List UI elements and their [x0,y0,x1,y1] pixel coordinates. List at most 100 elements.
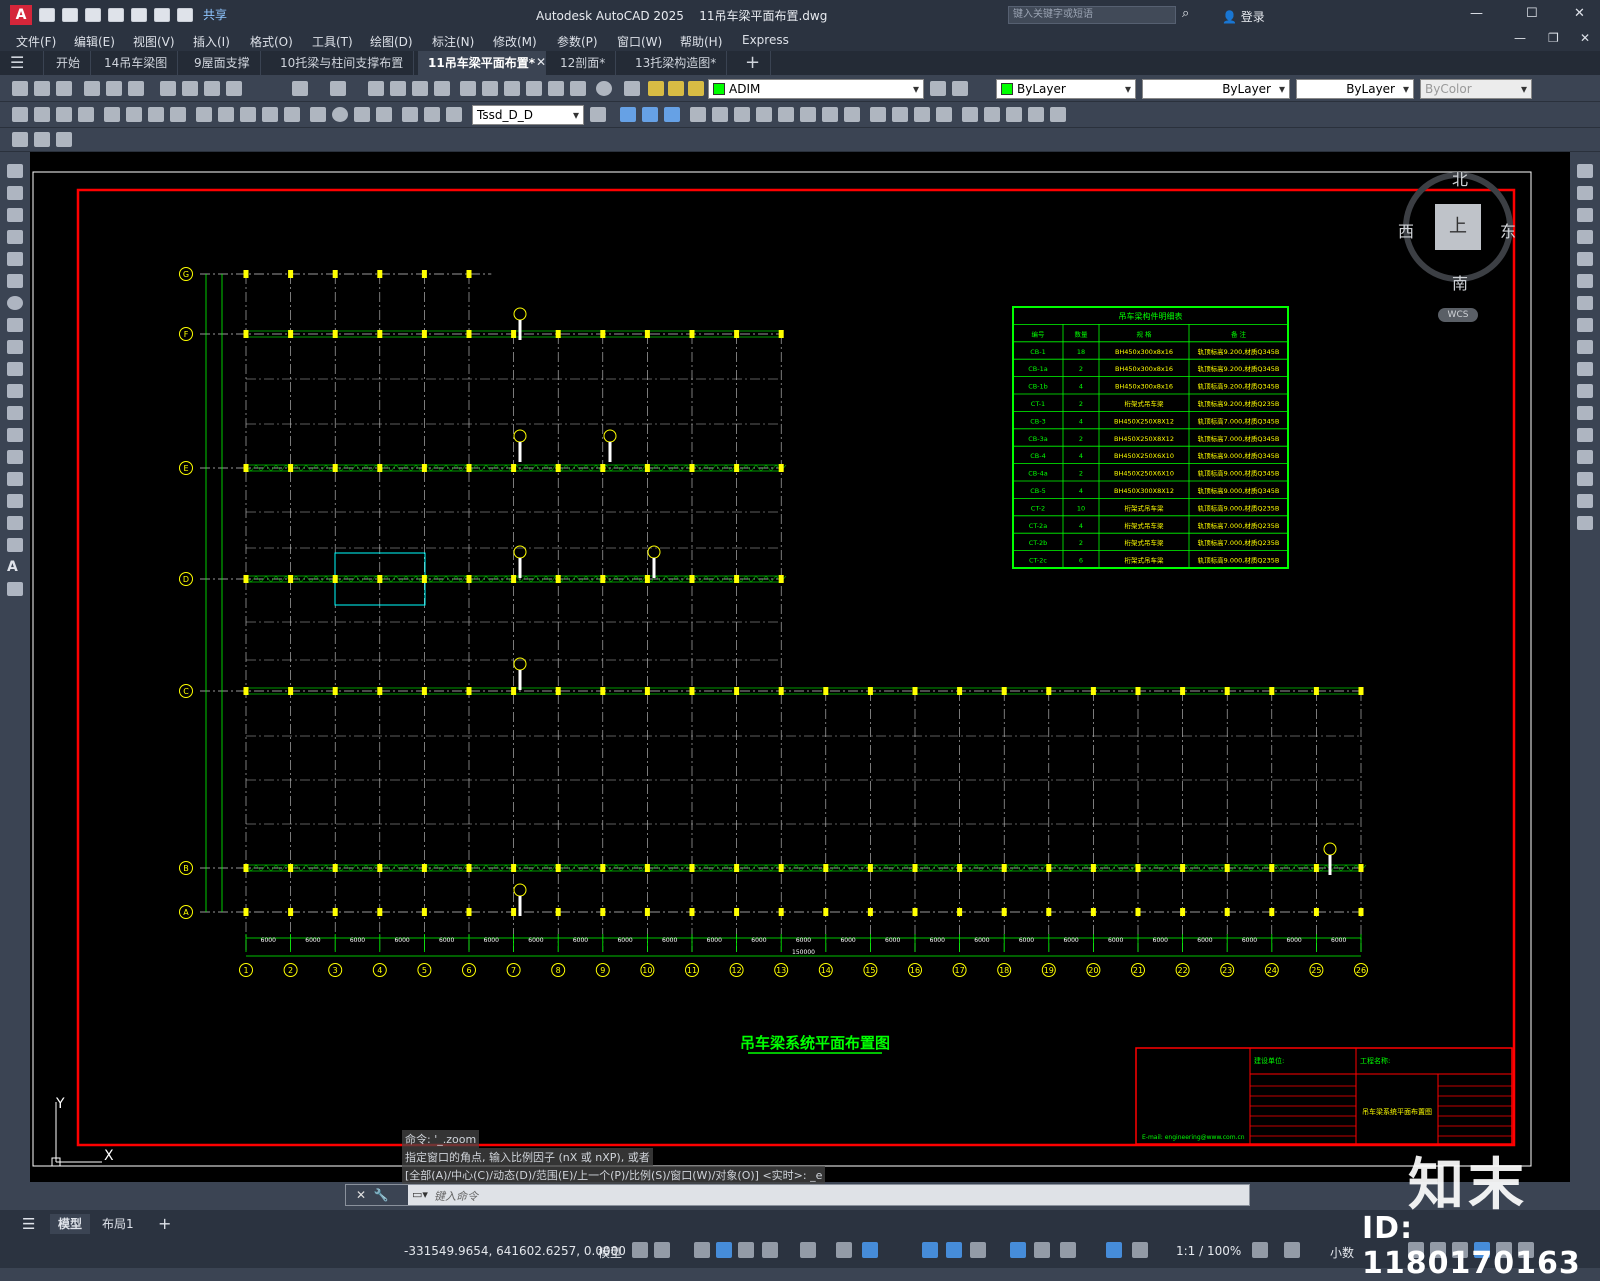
grid-icon[interactable] [632,1242,648,1258]
sweep-icon[interactable] [734,107,750,122]
share-button[interactable]: 共享 [203,6,227,23]
redo-icon[interactable] [177,7,193,22]
lineweight-dropdown[interactable]: ByLayer [1296,79,1414,99]
design-center-icon[interactable] [482,81,498,96]
redo-icon[interactable] [330,81,346,96]
inspect-icon[interactable] [354,107,370,122]
cut-icon[interactable] [160,81,176,96]
dynamic-ucs-icon[interactable] [1034,1242,1050,1258]
layout-menu-icon[interactable]: ☰ [14,1214,43,1234]
selection-filter-icon[interactable] [1060,1242,1076,1258]
layer-on-icon[interactable] [648,81,664,96]
rotate-icon[interactable] [1577,296,1593,310]
plotstyle-dropdown[interactable]: ByColor [1420,79,1532,99]
polyline-icon[interactable] [7,208,23,222]
dim-edit-icon[interactable] [402,107,418,122]
menu-window[interactable]: 窗口(W) [617,33,662,50]
command-input[interactable]: 键入命令 [434,1188,478,1204]
dimstyle-icon[interactable] [590,107,606,122]
conceptual-icon[interactable] [936,107,952,122]
isodraft-icon[interactable] [800,1242,816,1258]
workspace-gear-icon[interactable] [1252,1242,1268,1258]
tab-11-active[interactable]: 11吊车梁平面布置* [418,51,546,75]
help-icon[interactable] [596,81,612,96]
tool-palette-icon[interactable] [504,81,520,96]
new-file-icon[interactable] [39,7,55,22]
dim-angular-icon[interactable] [170,107,186,122]
object-snap-icon[interactable] [862,1242,878,1258]
add-layout-icon[interactable]: + [150,1214,179,1234]
recent-commands-icon[interactable]: ▭▾ [412,1188,428,1201]
menu-parameter[interactable]: 参数(P) [557,33,598,50]
menu-tools[interactable]: 工具(T) [312,33,353,50]
tab-14[interactable]: 14吊车梁图 [94,51,179,75]
copy-object-icon[interactable] [1577,186,1593,200]
zoom-realtime-icon[interactable] [390,81,406,96]
view-iso-icon[interactable] [1028,107,1044,122]
view-side-icon[interactable] [1006,107,1022,122]
dim-ordinate-icon[interactable] [78,107,94,122]
menu-help[interactable]: 帮助(H) [680,33,722,50]
solid-box-icon[interactable] [620,107,636,122]
menu-dimension[interactable]: 标注(N) [432,33,474,50]
fillet-icon[interactable] [1577,494,1593,508]
open-file-icon[interactable] [62,7,78,22]
new-tab-icon[interactable]: + [735,51,772,75]
zoom-previous-icon[interactable] [434,81,450,96]
copy-icon[interactable] [182,81,198,96]
save-as-icon[interactable] [108,7,124,22]
circle-icon[interactable] [7,296,23,310]
make-block-icon[interactable] [7,428,23,442]
doc-restore-icon[interactable]: ❐ [1548,31,1559,45]
close-icon[interactable]: ✕ [1574,6,1585,21]
tolerance-icon[interactable] [310,107,326,122]
menu-insert[interactable]: 插入(I) [193,33,230,50]
layer-previous-icon[interactable] [952,81,968,96]
infer-icon[interactable] [694,1242,710,1258]
dim-break-icon[interactable] [284,107,300,122]
visual-style-icon[interactable] [870,107,886,122]
menu-view[interactable]: 视图(V) [133,33,175,50]
print-icon[interactable] [131,7,147,22]
subtract-icon[interactable] [800,107,816,122]
autocad-logo[interactable]: A [10,4,32,25]
3d-osnap-icon[interactable] [1010,1242,1026,1258]
doc-minimize-icon[interactable]: — [1514,31,1526,45]
slice-icon[interactable] [844,107,860,122]
save-icon[interactable] [56,81,72,96]
snap-icon[interactable] [654,1242,670,1258]
match-icon[interactable] [226,81,242,96]
annotation-monitor-icon[interactable] [1284,1242,1300,1258]
dim-update-icon[interactable] [446,107,462,122]
object-snap-tracking-icon[interactable] [836,1242,852,1258]
menu-modify[interactable]: 修改(M) [493,33,537,50]
layer-manager-icon[interactable] [624,81,640,96]
paste-icon[interactable] [204,81,220,96]
search-icon[interactable]: ⌕ [1182,6,1189,21]
maximize-icon[interactable]: ☐ [1526,6,1538,21]
doc-close-icon[interactable]: ✕ [1580,31,1590,45]
line-icon[interactable] [7,164,23,178]
union-icon[interactable] [778,107,794,122]
wcs-menu[interactable]: WCS [1438,308,1478,322]
viewcube-east[interactable]: 东 [1500,218,1516,242]
tab-13[interactable]: 13托梁构造图* [625,51,728,75]
linetype-dropdown[interactable]: ByLayer [1142,79,1290,99]
layer-dropdown[interactable]: ADIM [708,79,924,99]
blend-icon[interactable] [1577,516,1593,530]
transparency-icon[interactable] [946,1242,962,1258]
hamburger-menu-icon[interactable]: ☰ [0,51,44,75]
arc-icon[interactable] [7,274,23,288]
mtext-icon[interactable]: A [7,560,23,574]
dim-baseline-icon[interactable] [218,107,234,122]
center-mark-icon[interactable] [332,107,348,122]
extend-icon[interactable] [1577,384,1593,398]
preview-icon[interactable] [106,81,122,96]
extrude-icon[interactable] [690,107,706,122]
coordinate-readout[interactable]: -331549.9654, 641602.6257, 0.0000 [404,1244,626,1258]
xref-icon[interactable] [56,132,72,147]
array-icon[interactable] [1577,252,1593,266]
layout-tab-1[interactable]: 布局1 [94,1214,142,1234]
loft-icon[interactable] [756,107,772,122]
ellipse-icon[interactable] [7,362,23,376]
